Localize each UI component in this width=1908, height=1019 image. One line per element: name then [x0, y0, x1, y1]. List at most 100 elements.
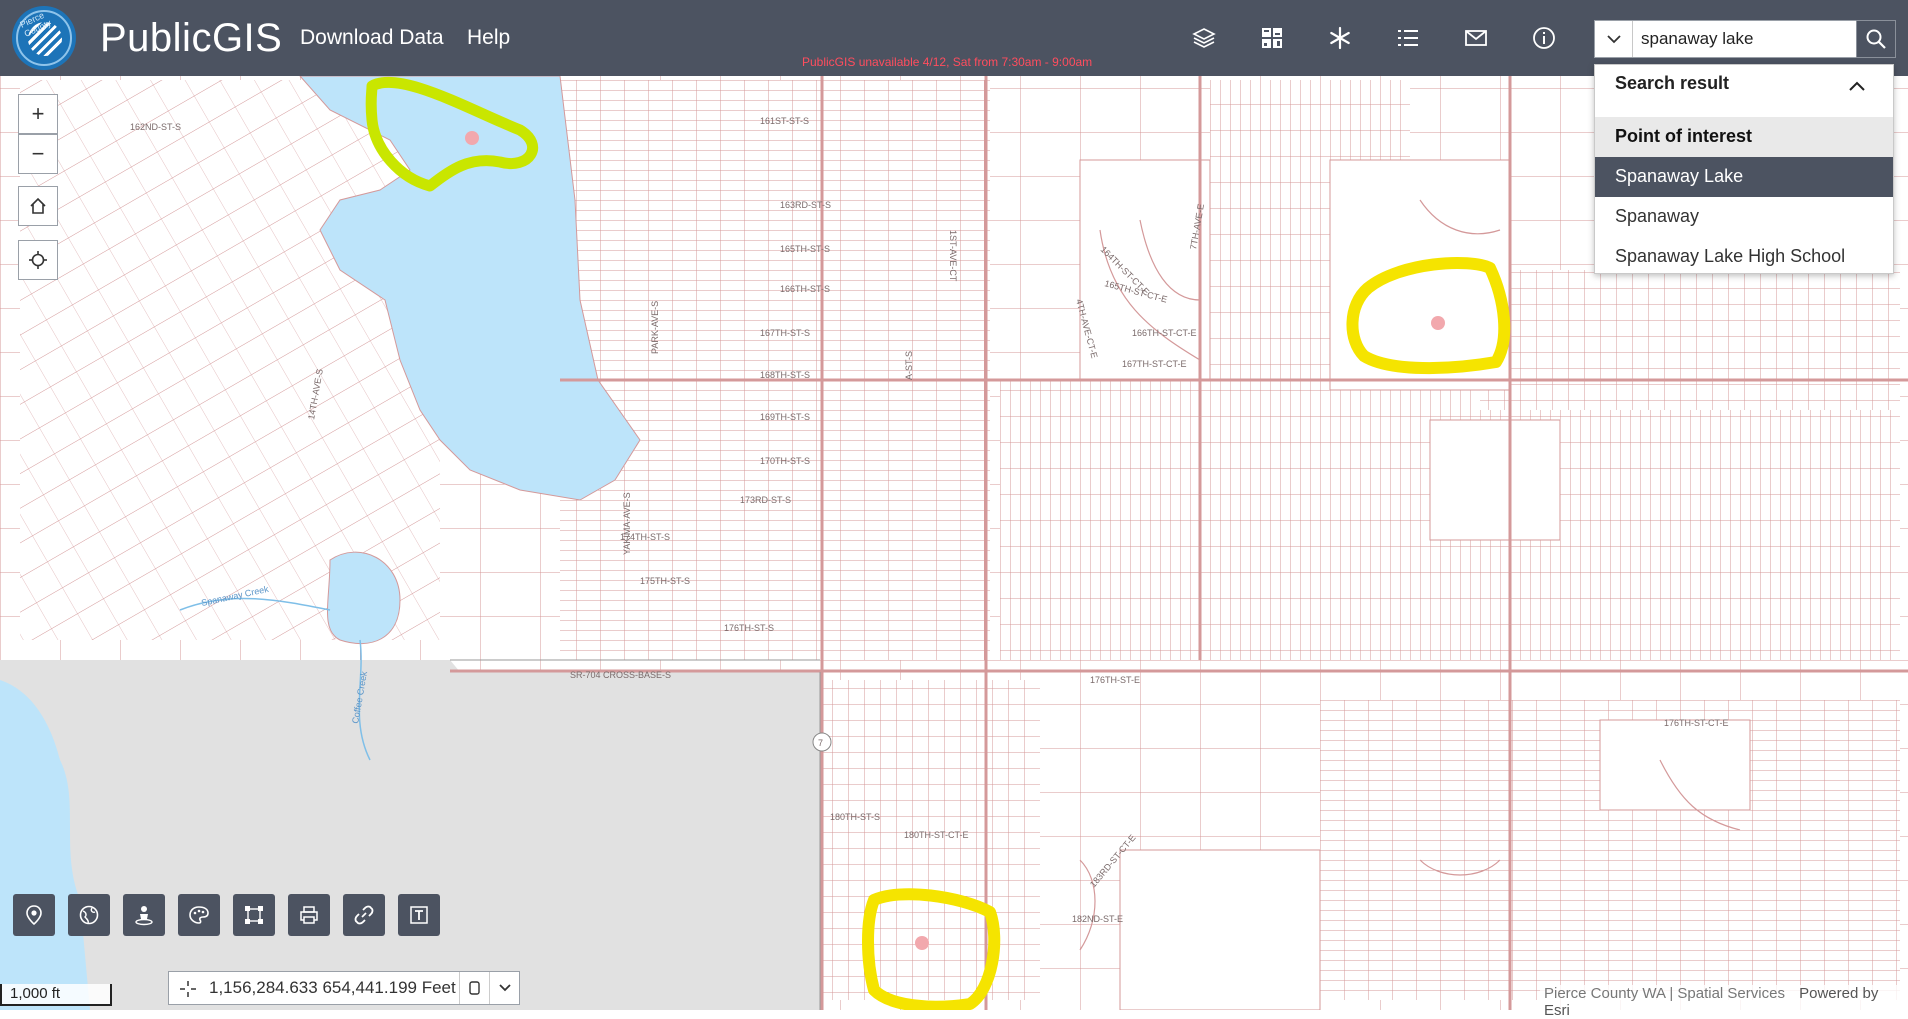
street-label: A-ST-S: [904, 351, 914, 380]
street-label: YAKIMA-AVE-S: [622, 492, 632, 555]
result-item-spanaway-lake[interactable]: Spanaway Lake: [1595, 157, 1893, 197]
result-item-label: Spanaway Lake High School: [1615, 246, 1846, 266]
search-box: [1594, 20, 1894, 58]
basemap-gallery-icon[interactable]: [1256, 22, 1288, 54]
chevron-down-icon: [1606, 35, 1621, 44]
pierce-county-logo[interactable]: Pierce County: [12, 6, 76, 70]
scale-bar: 1,000 ft: [0, 984, 112, 1006]
print-button[interactable]: [288, 894, 330, 936]
crosshair-icon: [29, 251, 47, 269]
home-icon: [30, 197, 46, 214]
parcel-layer-ne2: [1480, 270, 1900, 410]
copy-icon: [468, 981, 480, 995]
person-button[interactable]: [123, 894, 165, 936]
street-label: 168TH-ST-S: [760, 370, 810, 380]
coordinate-units-dropdown[interactable]: [489, 972, 519, 1004]
result-item-spanaway-lake-high-school[interactable]: Spanaway Lake High School: [1595, 237, 1893, 277]
open-parcel-3: [1599, 719, 1751, 811]
result-point-high-school[interactable]: [1431, 316, 1445, 330]
result-item-spanaway[interactable]: Spanaway: [1595, 197, 1893, 237]
street-label: 180TH-ST-S: [830, 812, 880, 822]
street-label: 173RD-ST-S: [740, 495, 791, 505]
location-pin-icon: [26, 905, 42, 926]
street-label: 176TH-ST-E: [1090, 675, 1140, 685]
street-label: 166TH-ST-S: [780, 284, 830, 294]
info-icon[interactable]: [1528, 22, 1560, 54]
search-icon: [1866, 29, 1886, 49]
mail-icon[interactable]: [1460, 22, 1492, 54]
download-data-link[interactable]: Download Data: [300, 26, 444, 50]
palette-icon: [189, 906, 209, 924]
asterisk-icon[interactable]: [1324, 22, 1356, 54]
layers-icon[interactable]: [1188, 22, 1220, 54]
text-tool-button[interactable]: [398, 894, 440, 936]
zoom-in-button[interactable]: +: [18, 94, 58, 134]
search-button[interactable]: [1856, 20, 1896, 58]
help-link[interactable]: Help: [467, 26, 510, 50]
text-icon: [410, 906, 428, 924]
search-source-dropdown[interactable]: [1595, 21, 1633, 57]
street-label: PARK-AVE-S: [650, 301, 660, 354]
street-label: 176TH-ST-S: [724, 623, 774, 633]
search-input[interactable]: [1639, 25, 1839, 53]
scale-label: 1,000 ft: [10, 985, 61, 1002]
street-label: 167TH-ST-CT-E: [1122, 359, 1187, 369]
maintenance-notice: PublicGIS unavailable 4/12, Sat from 7:3…: [802, 55, 1093, 69]
street-label: 170TH-ST-S: [760, 456, 810, 466]
globe-icon: [79, 905, 99, 925]
search-results-panel: Search result Point of interest Spanaway…: [1594, 64, 1894, 274]
palette-button[interactable]: [178, 894, 220, 936]
street-label: 182ND-ST-E: [1072, 914, 1123, 924]
legend-list-icon[interactable]: [1392, 22, 1424, 54]
subdivision-parcel: [1079, 159, 1211, 381]
plus-icon: +: [31, 101, 45, 126]
select-area-icon: [245, 906, 263, 924]
street-label: 175TH-ST-S: [640, 576, 690, 586]
chevron-down-icon: [498, 984, 511, 992]
street-label: 163RD-ST-S: [780, 200, 831, 210]
street-label: 176TH-ST-CT-E: [1664, 718, 1729, 728]
street-label: 1ST-AVE-CT: [948, 230, 958, 282]
result-group-header: Point of interest: [1595, 117, 1893, 157]
result-point-spanaway[interactable]: [915, 936, 929, 950]
copy-coordinates-button[interactable]: [459, 972, 489, 1004]
military-land-area: [0, 660, 820, 1010]
select-area-button[interactable]: [233, 894, 275, 936]
person-icon: [135, 906, 153, 926]
street-label: 162ND-ST-S: [130, 122, 181, 132]
search-results-header[interactable]: Search result: [1595, 65, 1893, 109]
attribution-text: Pierce County WA | Spatial Services: [1544, 985, 1785, 1002]
locate-button[interactable]: [18, 240, 58, 280]
result-group-label: Point of interest: [1615, 126, 1753, 146]
result-item-label: Spanaway Lake: [1615, 166, 1744, 186]
open-parcel: [1119, 849, 1321, 1010]
street-label: SR-704 CROSS-BASE-S: [570, 670, 671, 680]
route-label: 7: [818, 738, 823, 748]
link-button[interactable]: [343, 894, 385, 936]
street-label: 167TH-ST-S: [760, 328, 810, 338]
street-label: 165TH-ST-S: [780, 244, 830, 254]
parcel-layer-west: [20, 80, 440, 640]
result-item-label: Spanaway: [1615, 206, 1700, 226]
parcel-layer-south: [820, 680, 1040, 1000]
coordinate-readout: 1,156,284.633 654,441.199 Feet: [168, 971, 520, 1005]
street-label: 166TH-ST-CT-E: [1132, 328, 1197, 338]
location-pin-button[interactable]: [13, 894, 55, 936]
search-results-title: Search result: [1615, 73, 1730, 93]
minus-icon: −: [31, 141, 45, 166]
print-icon: [300, 906, 318, 924]
home-button[interactable]: [18, 186, 58, 226]
globe-button[interactable]: [68, 894, 110, 936]
map-attribution: Pierce County WA | Spatial Services Powe…: [1540, 985, 1908, 1019]
open-parcel-2: [1429, 419, 1561, 541]
crosshair-icon[interactable]: [179, 980, 197, 998]
zoom-out-button[interactable]: −: [18, 134, 58, 174]
app-title: PublicGIS: [100, 16, 283, 60]
coordinate-value: 1,156,284.633 654,441.199 Feet: [209, 978, 456, 997]
street-label: 180TH-ST-CT-E: [904, 830, 969, 840]
street-label: 169TH-ST-S: [760, 412, 810, 422]
street-label: 161ST-ST-S: [760, 116, 809, 126]
result-point-spanaway-lake[interactable]: [465, 131, 479, 145]
chevron-up-icon[interactable]: [1845, 75, 1869, 99]
link-icon: [354, 905, 374, 925]
